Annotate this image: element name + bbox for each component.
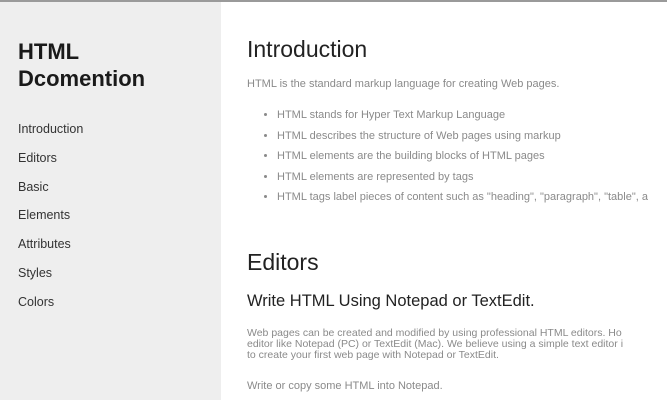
list-item: HTML elements are represented by tags bbox=[277, 170, 648, 191]
main-content: Introduction HTML is the standard markup… bbox=[247, 2, 667, 400]
list-item: HTML describes the structure of Web page… bbox=[277, 129, 648, 150]
list-item: HTML elements are the building blocks of… bbox=[277, 149, 648, 170]
editors-subheading: Write HTML Using Notepad or TextEdit. bbox=[247, 292, 535, 310]
editors-paragraph-2: Write or copy some HTML into Notepad. bbox=[247, 380, 443, 392]
list-item: HTML tags label pieces of content such a… bbox=[277, 190, 648, 211]
sidebar-nav: Introduction Editors Basic Elements Attr… bbox=[18, 120, 83, 322]
sidebar-item-colors[interactable]: Colors bbox=[18, 293, 83, 322]
list-item: HTML stands for Hyper Text Markup Langua… bbox=[277, 108, 648, 129]
sidebar-item-elements[interactable]: Elements bbox=[18, 206, 83, 235]
introduction-heading: Introduction bbox=[247, 36, 368, 62]
sidebar-title: HTML Dcomention bbox=[18, 38, 208, 92]
sidebar-item-editors[interactable]: Editors bbox=[18, 149, 83, 178]
sidebar: HTML Dcomention Introduction Editors Bas… bbox=[0, 2, 221, 400]
sidebar-title-line-1: HTML bbox=[18, 39, 80, 64]
sidebar-title-line-2: Dcomention bbox=[18, 66, 146, 91]
introduction-list: HTML stands for Hyper Text Markup Langua… bbox=[261, 108, 648, 211]
introduction-paragraph: HTML is the standard markup language for… bbox=[247, 78, 560, 90]
editors-paragraph: Web pages can be created and modified by… bbox=[247, 328, 667, 361]
editors-paragraph-line: to create your first web page with Notep… bbox=[247, 349, 499, 361]
sidebar-item-introduction[interactable]: Introduction bbox=[18, 120, 83, 149]
editors-heading: Editors bbox=[247, 249, 319, 275]
sidebar-item-basic[interactable]: Basic bbox=[18, 178, 83, 207]
sidebar-item-attributes[interactable]: Attributes bbox=[18, 235, 83, 264]
sidebar-item-styles[interactable]: Styles bbox=[18, 264, 83, 293]
